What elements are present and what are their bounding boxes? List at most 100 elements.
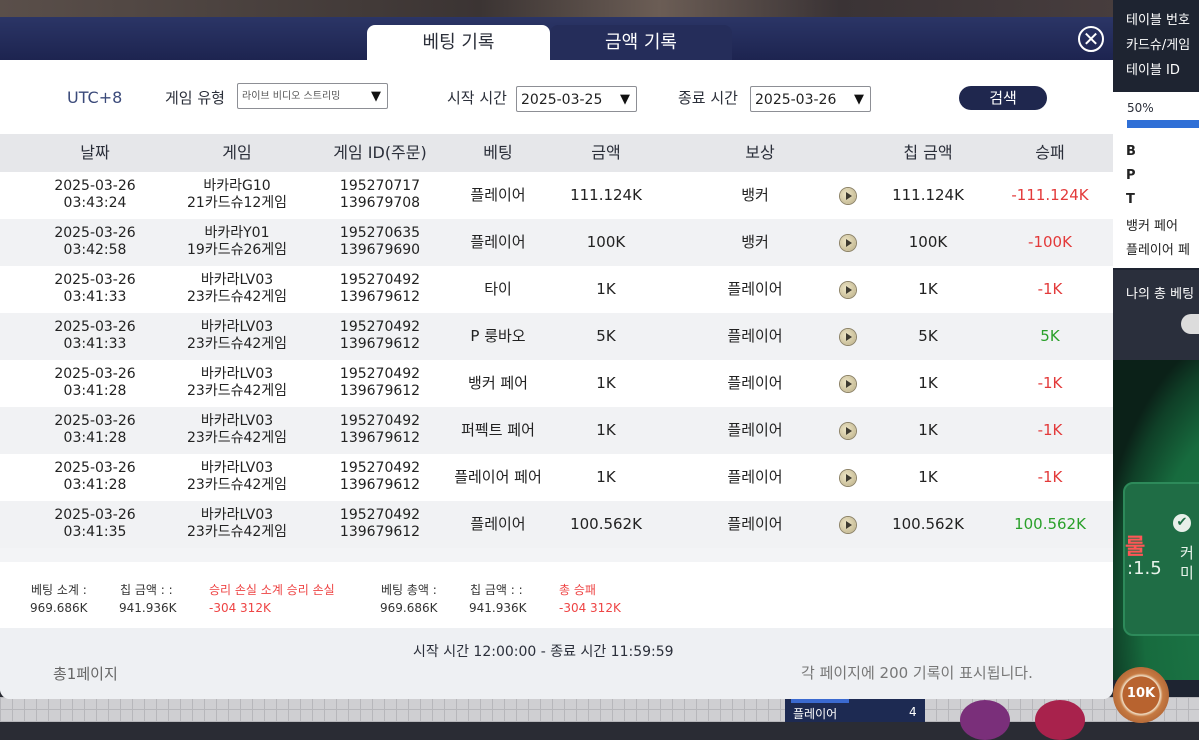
cell-game-line2: 23카드슈42게임	[187, 430, 288, 446]
my-total-bet-toggle[interactable]	[1181, 314, 1199, 334]
tab-amount-history[interactable]: 금액 기록	[550, 25, 732, 60]
cell-reward: 뱅커	[741, 186, 769, 204]
stats-percent-bar	[1127, 120, 1199, 128]
chip-10k-label: 10K	[1126, 686, 1156, 701]
chip-amount-total-value: 941.936K	[469, 601, 527, 615]
end-date-select[interactable]: 2025-03-26 ▼	[750, 86, 871, 112]
cell-bet: 플레이어	[470, 515, 526, 533]
replay-play-icon[interactable]	[840, 376, 856, 392]
cell-game-line2: 21카드슈12게임	[187, 195, 288, 211]
chip-amount-total-label: 칩 금액 : :	[470, 583, 523, 597]
cell-game: 바카라LV03 23카드슈42게임	[187, 413, 287, 447]
search-button[interactable]: 검색	[959, 86, 1047, 110]
cell-chip-amount: 1K	[918, 421, 938, 439]
cell-amount: 100K	[586, 233, 626, 251]
my-total-bet: 나의 총 베팅	[1113, 270, 1199, 360]
cell-date-line2: 03:41:28	[63, 383, 127, 399]
bet-subtotal-label: 베팅 소계 :	[31, 583, 87, 597]
header-reward: 보상	[745, 143, 775, 162]
cell-game-id: 195270492 139679612	[330, 319, 430, 353]
replay-play-icon[interactable]	[840, 235, 856, 251]
table-info: 테이블 번호 카드슈/게임 테이블 ID	[1113, 8, 1199, 83]
cell-game-id-line1: 195270635	[339, 225, 421, 241]
cell-game-id: 195270635 139679690	[330, 225, 430, 259]
cell-date-line2: 03:43:24	[63, 195, 127, 211]
cell-win-loss: -1K	[1037, 280, 1063, 298]
cell-game-line2: 23카드슈42게임	[187, 477, 288, 493]
cell-win-loss: 5K	[1040, 327, 1060, 345]
replay-play-icon[interactable]	[840, 282, 856, 298]
timezone-label: UTC+8	[67, 88, 123, 107]
bet-total-label: 베팅 총액 :	[381, 583, 437, 597]
cell-game-id-line2: 139679612	[339, 289, 421, 305]
cell-chip-amount: 111.124K	[892, 186, 964, 204]
cell-game: 바카라Y01 19카드슈26게임	[187, 225, 287, 259]
stats-row-banker: B	[1126, 144, 1136, 159]
cell-reward: 플레이어	[727, 468, 783, 486]
bet-area-odds: :1.5	[1127, 558, 1162, 579]
summary-section: 베팅 소계 : 969.686K 칩 금액 : : 941.936K 승리 손실…	[0, 562, 1113, 628]
check-icon: ✔	[1173, 514, 1191, 532]
header-chip-amount: 칩 금액	[903, 143, 953, 162]
chip-purple[interactable]	[960, 700, 1010, 740]
replay-play-icon[interactable]	[840, 470, 856, 486]
cell-chip-amount: 1K	[918, 468, 938, 486]
bet-area-card[interactable]: 룰 :1.5 ✔ 커 미	[1123, 482, 1199, 636]
stats-row-player: P	[1126, 168, 1136, 183]
table-info-id: 테이블 ID	[1126, 63, 1180, 78]
bottom-strip-label: 플레이어	[793, 707, 838, 721]
cell-game-id: 195270492 139679612	[330, 413, 430, 447]
cell-date-line1: 2025-03-26	[54, 225, 136, 241]
replay-play-icon[interactable]	[840, 423, 856, 439]
bottom-strip-count: 4	[909, 705, 917, 719]
cell-bet: 플레이어 페어	[454, 468, 542, 486]
cell-game-line2: 23카드슈42게임	[187, 336, 288, 352]
cell-game: 바카라LV03 23카드슈42게임	[187, 272, 287, 306]
game-type-select[interactable]: 라이브 비디오 스트리밍 ▼	[237, 83, 388, 109]
tab-betting-history[interactable]: 베팅 기록	[367, 25, 550, 60]
per-page-note: 각 페이지에 200 기록이 표시됩니다.	[801, 664, 1033, 682]
game-side-panel: 테이블 번호 카드슈/게임 테이블 ID 50% B P T 뱅커 페어 플레이…	[1113, 0, 1199, 722]
cell-game-line1: 바카라G10	[203, 178, 271, 194]
replay-play-icon[interactable]	[840, 188, 856, 204]
start-date-select[interactable]: 2025-03-25 ▼	[516, 86, 637, 112]
cell-game-line1: 바카라LV03	[200, 319, 274, 335]
bottom-bet-strip: 플레이어 4	[785, 697, 925, 722]
cell-game-id-line1: 195270492	[339, 272, 421, 288]
cell-date-line1: 2025-03-26	[54, 366, 136, 382]
header-game-id: 게임 ID(주문)	[333, 143, 427, 162]
close-icon[interactable]: ✕	[1078, 26, 1104, 52]
bet-area-title: 룰	[1125, 535, 1146, 560]
table-info-shoe: 카드슈/게임	[1126, 38, 1191, 53]
end-date-value: 2025-03-26	[755, 92, 837, 108]
table-row: 2025-03-26 03:41:33 바카라LV03 23카드슈42게임 195270…	[0, 266, 1113, 313]
cell-game-id-line1: 195270717	[339, 178, 421, 194]
replay-play-icon[interactable]	[840, 517, 856, 533]
game-type-label: 게임 유형	[165, 89, 225, 107]
chip-10k[interactable]: 10K	[1113, 667, 1169, 723]
chip-red[interactable]	[1035, 700, 1085, 740]
cell-game-id-line2: 139679612	[339, 430, 421, 446]
replay-play-icon[interactable]	[840, 329, 856, 345]
header-bet: 베팅	[483, 143, 513, 162]
cell-reward: 플레이어	[727, 327, 783, 345]
cell-amount: 5K	[596, 327, 616, 345]
cell-game-id-line2: 139679612	[339, 383, 421, 399]
cell-reward: 플레이어	[727, 374, 783, 392]
cell-game-id-line2: 139679708	[339, 195, 421, 211]
cell-win-loss: -1K	[1037, 468, 1063, 486]
cell-game: 바카라LV03 23카드슈42게임	[187, 460, 287, 494]
cell-reward: 플레이어	[727, 515, 783, 533]
baccarat-table-felt: 룰 :1.5 ✔ 커 미	[1113, 360, 1199, 680]
cell-win-loss: 100.562K	[1014, 515, 1086, 533]
cell-date-line2: 03:41:28	[63, 430, 127, 446]
cell-reward: 플레이어	[727, 421, 783, 439]
stats-row-banker-pair: 뱅커 페어	[1126, 219, 1178, 234]
header-date: 날짜	[80, 143, 110, 162]
betting-history-modal: 베팅 기록 금액 기록 ✕ UTC+8 게임 유형 라이브 비디오 스트리밍 ▼…	[0, 17, 1113, 699]
stats-percent: 50%	[1127, 101, 1154, 115]
cell-date-line2: 03:41:35	[63, 524, 127, 540]
total-winloss-label: 총 승패	[559, 583, 596, 597]
cell-game-line1: 바카라LV03	[200, 413, 274, 429]
cell-date-line1: 2025-03-26	[54, 460, 136, 476]
